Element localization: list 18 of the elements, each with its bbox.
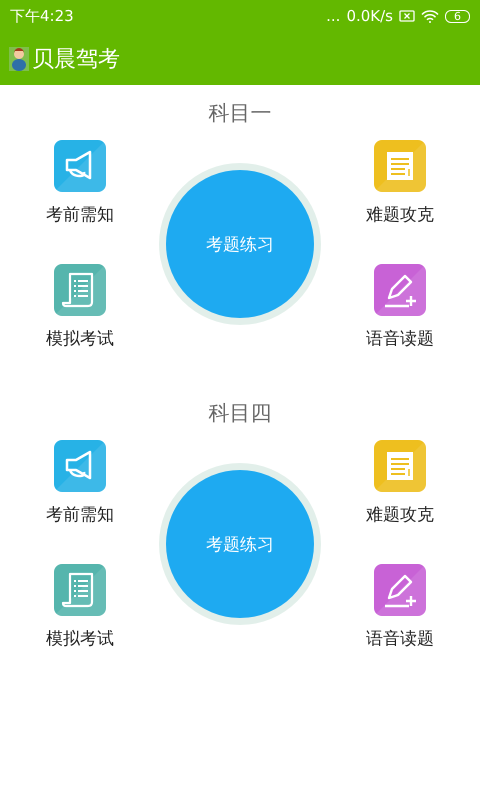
app-title: 贝晨驾考 (32, 46, 120, 74)
section-title: 科目一 (208, 100, 272, 127)
network-speed: 0.0K/s (346, 7, 393, 25)
menu-tile[interactable]: 难题攻克 (366, 440, 434, 526)
menu-tile[interactable]: 语音读题 (366, 564, 434, 650)
menu-tile[interactable]: 难题攻克 (366, 140, 434, 226)
status-time: 下午4:23 (10, 6, 74, 26)
status-more: ... (326, 7, 340, 25)
section-title: 科目四 (208, 400, 272, 427)
menu-tile[interactable]: 考前需知 (46, 140, 114, 226)
menu-tile[interactable]: 语音读题 (366, 264, 434, 350)
menu-tile[interactable]: 模拟考试 (46, 564, 114, 650)
sim-icon (399, 10, 415, 22)
menu-tile[interactable]: 考前需知 (46, 440, 114, 526)
boy-avatar-icon (9, 46, 29, 70)
battery-indicator: 6 (445, 10, 470, 22)
wifi-icon (421, 10, 439, 22)
menu-tile[interactable]: 模拟考试 (46, 264, 114, 350)
